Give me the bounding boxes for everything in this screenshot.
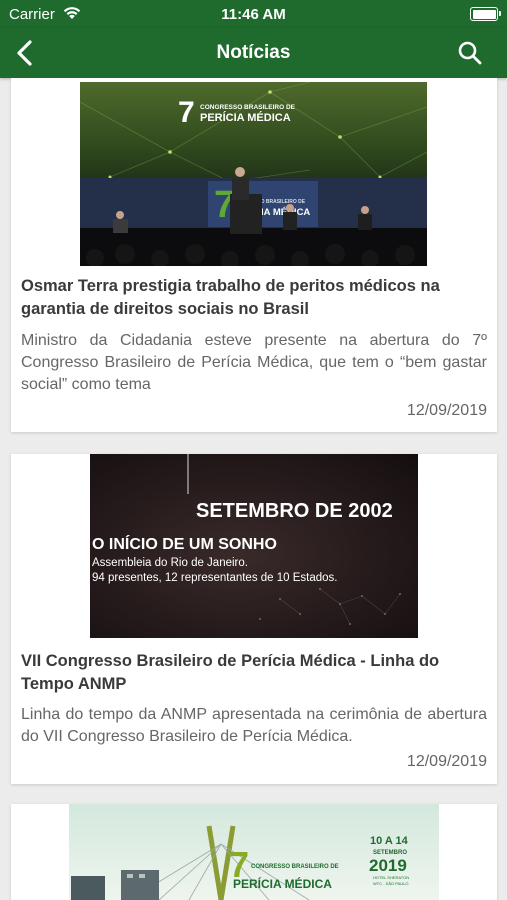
image-subheading: O INÍCIO DE UM SONHO xyxy=(92,534,277,553)
image-line1: Assembleia do Rio de Janeiro. xyxy=(92,557,248,569)
news-card[interactable]: 7 CONGRESSO BRASILEIRO DE PERÍCIA MÉDICA… xyxy=(11,804,497,900)
news-description: Linha do tempo da ANMP apresentada na ce… xyxy=(21,706,487,745)
news-title: Osmar Terra prestigia trabalho de perito… xyxy=(21,277,440,318)
page-title: Notícias xyxy=(216,42,291,63)
news-title: VII Congresso Brasileiro de Perícia Médi… xyxy=(21,652,440,693)
logo-line2: PERÍCIA MÉDICA xyxy=(200,111,291,124)
logo-number: 7 xyxy=(178,96,195,129)
news-image: SETEMBRO DE 2002 O INÍCIO DE UM SONHO As… xyxy=(90,454,418,638)
news-card[interactable]: SETEMBRO DE 2002 O INÍCIO DE UM SONHO As… xyxy=(11,454,497,784)
event-venue: HOTEL SHERATON xyxy=(373,875,409,880)
nav-bar: Notícias xyxy=(0,28,507,78)
news-list: 7 CONGRESSO BRASILEIRO DE PERÍCIA MÉDICA… xyxy=(0,78,507,900)
news-image: 7 CONGRESSO BRASILEIRO DE PERÍCIA MÉDICA… xyxy=(69,804,439,900)
event-year: 2019 xyxy=(369,856,407,875)
battery-icon xyxy=(470,7,501,21)
news-card[interactable]: 7 CONGRESSO BRASILEIRO DE PERÍCIA MÉDICA… xyxy=(11,78,497,432)
event-days: 10 A 14 xyxy=(370,835,409,847)
status-bar: Carrier 11:46 AM xyxy=(0,0,507,28)
news-description: Ministro da Cidadania esteve presente na… xyxy=(21,332,487,393)
news-date: 12/09/2019 xyxy=(406,402,487,419)
news-date: 12/09/2019 xyxy=(406,753,487,770)
image-line2: 94 presentes, 12 representantes de 10 Es… xyxy=(92,572,338,584)
logo-line1: CONGRESSO BRASILEIRO DE xyxy=(200,104,296,111)
image-heading: SETEMBRO DE 2002 xyxy=(196,500,393,522)
event-city: WTC - SÃO PAULO xyxy=(373,881,408,886)
logo-line2: PERÍCIA MÉDICA xyxy=(233,876,332,891)
clock: 11:46 AM xyxy=(221,6,286,23)
search-icon[interactable] xyxy=(457,40,483,66)
logo-line1: CONGRESSO BRASILEIRO DE xyxy=(251,864,339,870)
news-image: 7 CONGRESSO BRASILEIRO DE PERÍCIA MÉDICA… xyxy=(80,82,427,266)
